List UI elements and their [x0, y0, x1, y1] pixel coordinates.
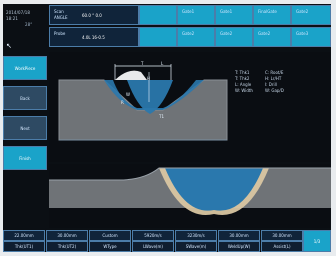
finalgate-label: FinalGate: [258, 9, 277, 14]
bottom-value-1[interactable]: 22.00mm: [3, 230, 45, 241]
bottom-value-5[interactable]: 3230m/s: [175, 230, 217, 241]
param-col-right: C: Root/E H: Lr/HT I: Drill W: Gap/D: [265, 70, 305, 94]
bottom-value-2[interactable]: 30.00mm: [46, 230, 88, 241]
label-t1: T1: [158, 114, 164, 119]
scan-label: Scan: [54, 9, 64, 14]
label-w: W: [126, 92, 130, 97]
label-t: T: [140, 61, 144, 66]
bottom-label-7[interactable]: Assist(L): [261, 241, 303, 252]
finalgate-cell[interactable]: FinalGate: [253, 5, 291, 25]
bottom-value-7[interactable]: 30.00mm: [261, 230, 303, 241]
left-menu: WorkPiece Back Next Finish: [3, 56, 47, 246]
header-cell-r1c2[interactable]: [139, 5, 177, 25]
bottom-parameter-bar: 22.00mm 30.00mm Custom 5920m/s 3230m/s 3…: [3, 230, 331, 252]
gate1-cell-a[interactable]: Gate1: [177, 5, 215, 25]
bottom-label-1[interactable]: Thk(UT1): [3, 241, 45, 252]
gate2-label-c: Gate2: [258, 31, 271, 36]
gate1-cell-b[interactable]: Gate1: [215, 5, 253, 25]
gate2-cell-a[interactable]: Gate2: [177, 27, 215, 47]
weld-schematic-view: T L H W R T1: [49, 52, 331, 162]
time-text: 18:21: [6, 16, 19, 21]
weld-schematic-svg: T L H W R T1: [49, 52, 331, 162]
info-grid: Scan ANGLE 60.0 ° 0.0 Gate1 Gate1 FinalG…: [49, 5, 331, 49]
scan-angle-cell[interactable]: Scan ANGLE 60.0 ° 0.0: [49, 5, 139, 25]
date-text: 2014/07/18: [6, 10, 31, 15]
small-status-text: 28°: [25, 22, 33, 27]
menu-workpiece-button[interactable]: WorkPiece: [3, 56, 47, 80]
bottom-label-5[interactable]: SWave(m): [175, 241, 217, 252]
gate2-label-b: Gate2: [220, 31, 233, 36]
bottom-label-2[interactable]: Thk(UT2): [46, 241, 88, 252]
gate3-cell[interactable]: Gate3: [291, 27, 331, 47]
mouse-cursor-icon: ↖: [6, 42, 12, 50]
menu-finish-button[interactable]: Finish: [3, 146, 47, 170]
header: 2014/07/18 18:21 28° ↖ Scan ANGLE 60.0 °…: [3, 4, 331, 50]
cross-section-view: [49, 164, 331, 228]
gate1-label-a: Gate1: [182, 9, 195, 14]
bottom-label-4[interactable]: LWave(m): [132, 241, 174, 252]
device-screen: 2014/07/18 18:21 28° ↖ Scan ANGLE 60.0 °…: [3, 4, 331, 252]
menu-next-button[interactable]: Next: [3, 116, 47, 140]
param-right-4: W: Gap/D: [265, 88, 284, 93]
angle-label: ANGLE: [54, 15, 68, 20]
probe-cell[interactable]: Probe 4.0L 16-0.5: [49, 27, 139, 47]
gate1-label-b: Gate1: [220, 9, 233, 14]
bottom-label-3[interactable]: WType: [89, 241, 131, 252]
label-r: R: [121, 100, 124, 105]
gate2-cell-r1[interactable]: Gate2: [291, 5, 331, 25]
probe-value: 4.0L 16-0.5: [82, 35, 105, 40]
gate2-cell-c[interactable]: Gate2: [253, 27, 291, 47]
bottom-value-4[interactable]: 5920m/s: [132, 230, 174, 241]
gate2-label-r1: Gate2: [296, 9, 309, 14]
scan-angle-value: 60.0 ° 0.0: [82, 13, 102, 18]
bottom-label-6[interactable]: WeldUp(W): [218, 241, 260, 252]
page-indicator[interactable]: 1/3: [303, 230, 331, 252]
label-h: H: [147, 76, 150, 81]
probe-label: Probe: [54, 31, 66, 36]
gate2-cell-b[interactable]: Gate2: [215, 27, 253, 47]
bottom-value-6[interactable]: 30.00mm: [218, 230, 260, 241]
bottom-value-3[interactable]: Custom: [89, 230, 131, 241]
cross-section-svg: [49, 164, 331, 228]
header-cell-r2c2[interactable]: [139, 27, 177, 47]
status-clock: 2014/07/18 18:21 28° ↖: [3, 4, 47, 50]
gate3-label: Gate3: [296, 31, 309, 36]
gate2-label-a: Gate2: [182, 31, 195, 36]
menu-back-button[interactable]: Back: [3, 86, 47, 110]
